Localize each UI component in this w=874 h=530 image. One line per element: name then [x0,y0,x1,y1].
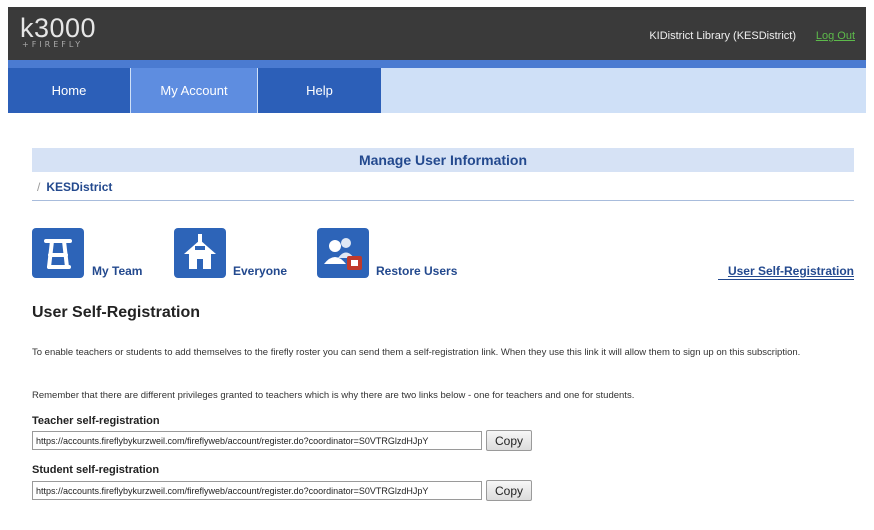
k3000-logo[interactable]: k3000 +FIREFLY [20,13,96,49]
tab-help[interactable]: Help [258,68,381,113]
manage-user-info-title: Manage User Information [32,148,854,172]
everyone-label: Everyone [233,264,288,278]
self-registration-link-rule [718,279,854,280]
tab-home[interactable]: Home [8,68,130,113]
section-title: User Self-Registration [32,304,201,321]
school-icon [174,228,226,278]
user-self-registration-link[interactable]: User Self-Registration [728,264,854,278]
teacher-registration-url-field[interactable] [32,431,482,450]
my-team-label: My Team [92,264,143,278]
student-registration-url-field[interactable] [32,481,482,500]
teacher-registration-label: Teacher self-registration [32,415,160,427]
student-registration-label: Student self-registration [32,464,160,476]
restore-users-icon [317,228,369,278]
main-nav: Home My Account Help [8,60,866,113]
breadcrumb-divider [32,200,854,201]
privileges-paragraph: Remember that there are different privil… [32,390,635,401]
top-header: k3000 +FIREFLY KIDistrict Library (KESDi… [8,7,866,60]
restore-users-label: Restore Users [376,264,458,278]
team-icon [32,228,84,278]
logout-link[interactable]: Log Out [816,30,855,42]
copy-teacher-link-button[interactable]: Copy [486,430,532,451]
tab-my-account[interactable]: My Account [131,68,257,113]
breadcrumb: / KESDistrict [32,180,112,194]
breadcrumb-separator: / [37,180,41,194]
breadcrumb-district[interactable]: KESDistrict [46,180,112,194]
organization-name: KIDistrict Library (KESDistrict) [649,30,796,42]
intro-paragraph: To enable teachers or students to add th… [32,347,801,358]
logo-main-text: k3000 [20,13,97,43]
copy-student-link-button[interactable]: Copy [486,480,532,501]
